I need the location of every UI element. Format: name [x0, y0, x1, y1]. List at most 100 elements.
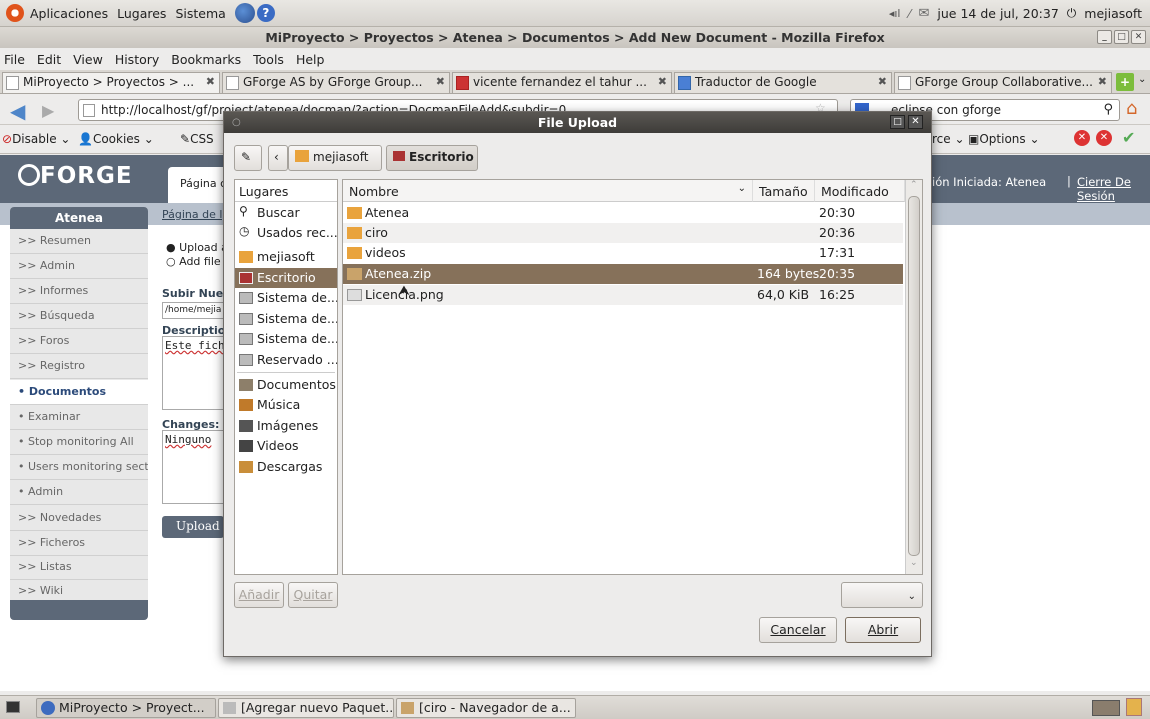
- crumb-escritorio[interactable]: Escritorio: [386, 145, 478, 171]
- close-tab-icon[interactable]: ✖: [1098, 75, 1107, 88]
- breadcrumb[interactable]: Página de l: [162, 208, 222, 221]
- nav-tab-partial[interactable]: Página c: [168, 167, 228, 203]
- menu-file[interactable]: File: [4, 52, 25, 67]
- sidebar-item-resumen[interactable]: >> Resumen: [10, 229, 148, 254]
- scrollbar-thumb[interactable]: [908, 196, 920, 556]
- description-textarea[interactable]: Este fiche: [162, 336, 224, 410]
- menu-sistema[interactable]: Sistema: [175, 6, 225, 21]
- minimize-button[interactable]: _: [1097, 30, 1112, 44]
- error-icon[interactable]: ✕: [1074, 130, 1090, 146]
- network-icon[interactable]: ⁄: [908, 7, 910, 21]
- edit-location-button[interactable]: ✎: [234, 145, 262, 171]
- place-documentos[interactable]: Documentos: [235, 375, 337, 395]
- place-escritorio[interactable]: Escritorio: [235, 268, 337, 288]
- upload-button[interactable]: Upload: [162, 516, 224, 538]
- place-sistema-1[interactable]: Sistema de...: [235, 288, 337, 308]
- back-icon[interactable]: ◀: [10, 99, 25, 123]
- close-tab-icon[interactable]: ✖: [436, 75, 445, 88]
- mail-icon[interactable]: ✉: [919, 6, 930, 21]
- menu-tools[interactable]: Tools: [253, 52, 284, 67]
- warning-icon[interactable]: ✕: [1096, 130, 1112, 146]
- open-button[interactable]: Abrir: [845, 617, 921, 643]
- path-back-button[interactable]: ‹: [268, 145, 288, 171]
- place-sistema-2[interactable]: Sistema de...: [235, 309, 337, 329]
- clock[interactable]: jue 14 de jul, 20:37: [937, 6, 1058, 21]
- sidebar-item-doc-admin[interactable]: • Admin: [10, 480, 148, 505]
- column-modificado[interactable]: Modificado: [815, 180, 905, 202]
- new-tab-icon[interactable]: +: [1116, 73, 1134, 91]
- user-name[interactable]: mejiasoft: [1084, 6, 1142, 21]
- place-videos[interactable]: Videos: [235, 436, 337, 456]
- tab-youtube[interactable]: vicente fernandez el tahur ... ✖: [452, 72, 672, 93]
- show-desktop-icon[interactable]: [6, 701, 20, 713]
- file-row-videos[interactable]: videos 17:31: [343, 243, 903, 263]
- menu-edit[interactable]: Edit: [37, 52, 61, 67]
- css-menu[interactable]: ✎CSS: [180, 132, 214, 146]
- close-tab-icon[interactable]: ✖: [658, 75, 667, 88]
- menu-lugares[interactable]: Lugares: [117, 6, 166, 21]
- menu-history[interactable]: History: [115, 52, 159, 67]
- close-tab-icon[interactable]: ✖: [206, 75, 215, 88]
- file-row-atenea[interactable]: Atenea 20:30: [343, 203, 903, 223]
- sidebar-item-informes[interactable]: >> Informes: [10, 279, 148, 304]
- source-menu[interactable]: rce ⌄: [932, 132, 965, 146]
- sidebar-item-listas[interactable]: >> Listas: [10, 555, 148, 580]
- place-reservado[interactable]: Reservado ...: [235, 350, 337, 370]
- file-list-scrollbar[interactable]: ⌃ ⌄: [905, 180, 922, 574]
- logout-link[interactable]: Cierre De Sesión: [1077, 175, 1150, 203]
- crumb-mejiasoft[interactable]: mejiasoft: [288, 145, 382, 171]
- sidebar-item-foros[interactable]: >> Foros: [10, 329, 148, 354]
- sidebar-item-ficheros[interactable]: >> Ficheros: [10, 531, 148, 556]
- file-row-licencia-png[interactable]: Licencia.png 64,0 KiB 16:25: [343, 285, 903, 305]
- column-nombre[interactable]: Nombre ⌄: [343, 180, 753, 202]
- dialog-maximize-button[interactable]: □: [890, 115, 905, 129]
- search-icon[interactable]: ⚲: [1103, 102, 1113, 117]
- file-row-ciro[interactable]: ciro 20:36: [343, 223, 903, 243]
- tab-traductor[interactable]: Traductor de Google ✖: [674, 72, 892, 93]
- workspace-switcher[interactable]: [1092, 700, 1120, 716]
- gforge-logo[interactable]: FORGE: [18, 163, 133, 189]
- help-icon[interactable]: ?: [256, 4, 275, 22]
- file-path-input[interactable]: /home/mejia: [162, 302, 224, 319]
- scroll-up-icon[interactable]: ⌃: [910, 180, 918, 190]
- place-descargas[interactable]: Descargas: [235, 457, 337, 477]
- sidebar-item-examinar[interactable]: • Examinar: [10, 405, 148, 430]
- radio-add-file[interactable]: ○ Add file v: [166, 255, 224, 268]
- sidebar-item-busqueda[interactable]: >> Búsqueda: [10, 304, 148, 329]
- close-tab-icon[interactable]: ✖: [878, 75, 887, 88]
- cancel-button[interactable]: Cancelar: [759, 617, 837, 643]
- sidebar-item-stop-monitoring[interactable]: • Stop monitoring All: [10, 430, 148, 455]
- menu-view[interactable]: View: [73, 52, 103, 67]
- sidebar-item-admin[interactable]: >> Admin: [10, 254, 148, 279]
- taskbar-agregar-paquete[interactable]: [Agregar nuevo Paquet...: [218, 698, 394, 718]
- sidebar-item-documentos[interactable]: • Documentos: [10, 380, 148, 405]
- place-imagenes[interactable]: Imágenes: [235, 416, 337, 436]
- taskbar-ciro-navegador[interactable]: [ciro - Navegador de a...: [396, 698, 576, 718]
- forward-icon[interactable]: ▶: [42, 101, 54, 120]
- sidebar-item-registro[interactable]: >> Registro: [10, 354, 148, 379]
- remove-bookmark-button[interactable]: Quitar: [288, 582, 338, 608]
- scroll-down-icon[interactable]: ⌄: [910, 558, 918, 568]
- home-icon[interactable]: ⌂: [1126, 98, 1137, 119]
- add-bookmark-button[interactable]: Añadir: [234, 582, 284, 608]
- places-header[interactable]: Lugares: [235, 180, 337, 202]
- sidebar-item-novedades[interactable]: >> Novedades: [10, 506, 148, 531]
- disable-menu[interactable]: ⊘Disable ⌄: [2, 132, 70, 146]
- trash-icon[interactable]: [1126, 698, 1142, 716]
- menu-bookmarks[interactable]: Bookmarks: [171, 52, 241, 67]
- place-musica[interactable]: Música: [235, 395, 337, 415]
- maximize-button[interactable]: □: [1114, 30, 1129, 44]
- menu-help[interactable]: Help: [296, 52, 325, 67]
- taskbar-firefox[interactable]: MiProyecto > Proyect...: [36, 698, 216, 718]
- radio-upload[interactable]: ● Upload a: [166, 241, 224, 254]
- place-buscar[interactable]: ⚲ Buscar: [235, 203, 337, 223]
- tab-gforge-group[interactable]: GForge Group Collaborative... ✖: [894, 72, 1112, 93]
- dialog-close-button[interactable]: ✕: [908, 115, 923, 129]
- tab-miproyecto[interactable]: MiProyecto > Proyectos > ... ✖: [2, 72, 220, 93]
- tab-gforge-as[interactable]: GForge AS by GForge Group... ✖: [222, 72, 450, 93]
- cookies-menu[interactable]: 👤Cookies ⌄: [78, 132, 154, 146]
- close-window-button[interactable]: ✕: [1131, 30, 1146, 44]
- file-filter-select[interactable]: ⌄: [841, 582, 923, 608]
- menu-aplicaciones[interactable]: Aplicaciones: [30, 6, 108, 21]
- valid-check-icon[interactable]: ✔: [1122, 128, 1135, 147]
